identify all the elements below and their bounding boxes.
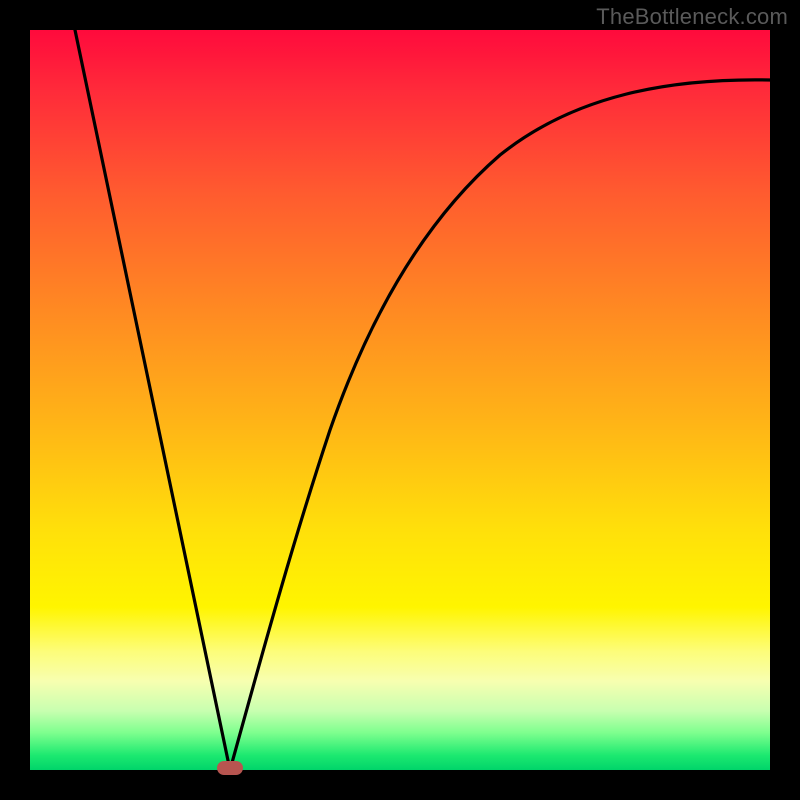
chart-frame: TheBottleneck.com bbox=[0, 0, 800, 800]
watermark-text: TheBottleneck.com bbox=[596, 4, 788, 30]
minimum-marker bbox=[217, 761, 243, 775]
bottleneck-curve-path bbox=[75, 30, 770, 770]
plot-area bbox=[30, 30, 770, 770]
curve-svg bbox=[30, 30, 770, 770]
